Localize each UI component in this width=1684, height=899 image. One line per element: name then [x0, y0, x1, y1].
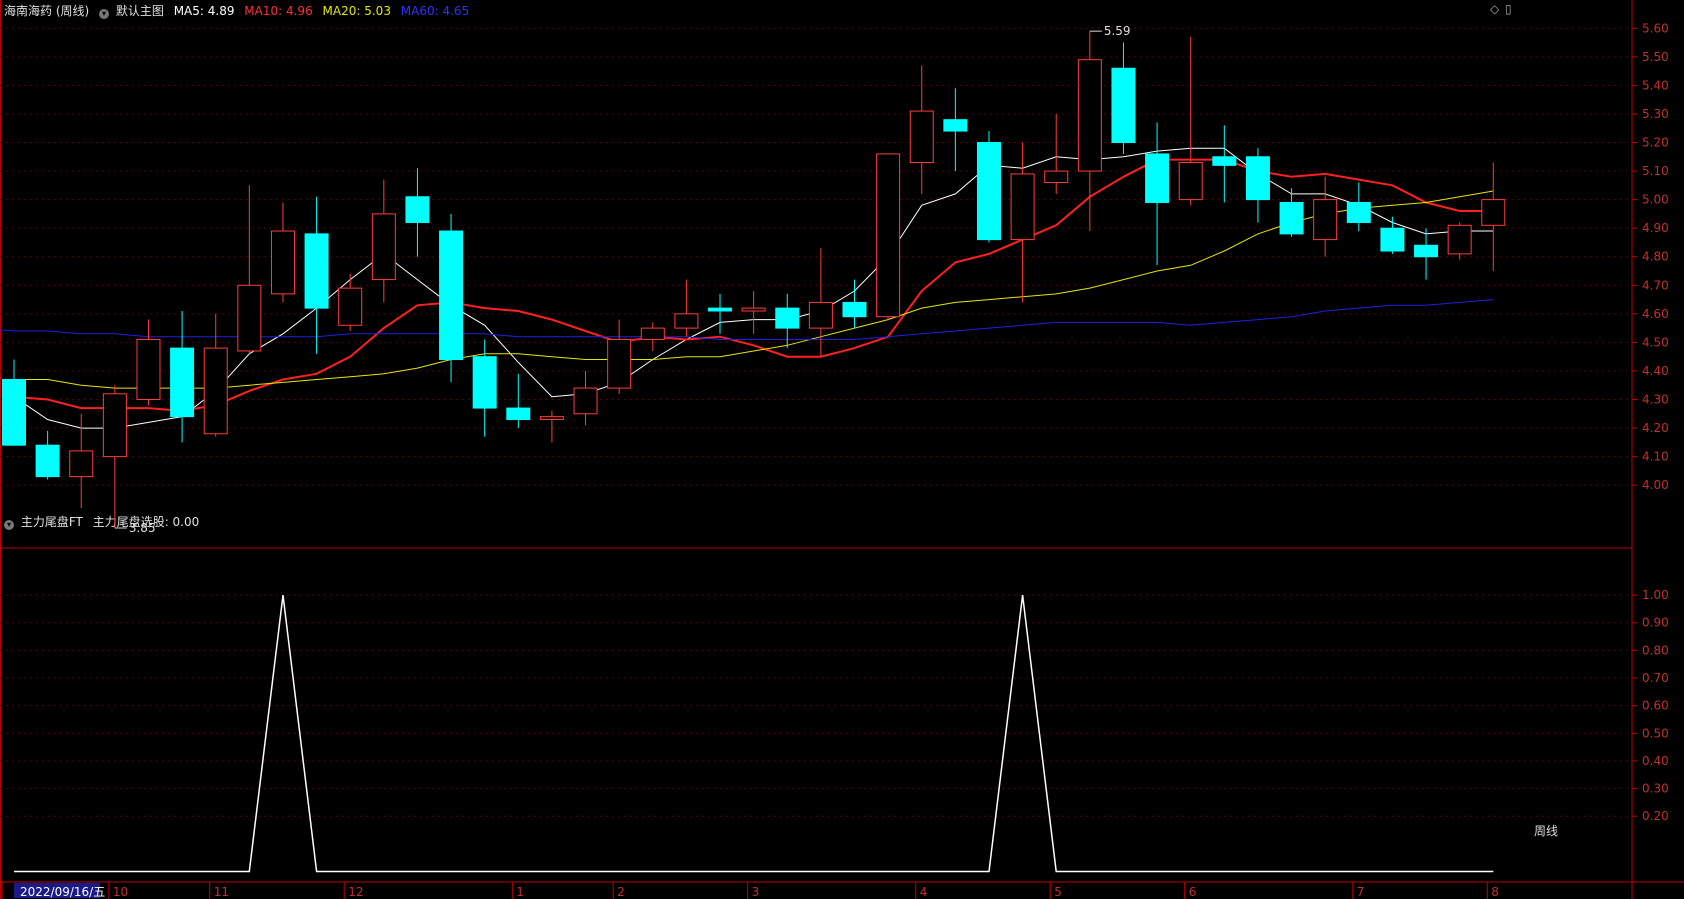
candle-down: [976, 142, 1001, 241]
candle-up: [203, 347, 228, 435]
candle-down: [1212, 156, 1237, 166]
date-label: 3: [752, 885, 760, 899]
candle-up: [69, 450, 94, 478]
price-tick-label: 4.70: [1642, 278, 1669, 292]
indicator-tick-label: 0.50: [1642, 726, 1669, 740]
candle-down: [439, 230, 464, 361]
price-tick-label: 5.20: [1642, 136, 1669, 150]
candle-up: [1447, 224, 1472, 255]
price-tick-label: 5.30: [1642, 107, 1669, 121]
indicator-tick-label: 0.20: [1642, 809, 1669, 823]
candle-up: [640, 327, 665, 341]
price-tick-label: 5.40: [1642, 78, 1669, 92]
candle-up: [1178, 161, 1203, 201]
candle-down: [1111, 67, 1136, 144]
candle-down: [1145, 153, 1170, 203]
date-label: 12: [348, 885, 363, 899]
date-label: 1: [516, 885, 524, 899]
extreme-price-label: 3.85: [129, 521, 156, 535]
candle-down: [943, 119, 968, 132]
candle-down: [2, 379, 26, 446]
candle-up: [1481, 199, 1506, 226]
candle-up: [741, 307, 766, 312]
candle-down: [775, 307, 800, 329]
candle-up: [539, 416, 564, 420]
date-label: 11: [214, 885, 229, 899]
candle-up: [237, 284, 262, 352]
candle-up: [1010, 173, 1035, 241]
price-tick-label: 4.90: [1642, 221, 1669, 235]
indicator-tick-label: 0.30: [1642, 782, 1669, 796]
kline-chart[interactable]: 5.60 5.50 5.40 5.30 5.20 5.10 5.00 4.90 4.80 4.70…: [0, 0, 1684, 899]
date-label: 6: [1189, 885, 1197, 899]
candle-down: [170, 347, 195, 418]
price-tick-label: 4.80: [1642, 250, 1669, 264]
price-tick-label: 4.10: [1642, 450, 1669, 464]
indicator-tick-label: 0.70: [1642, 671, 1669, 685]
price-tick-label: 5.60: [1642, 21, 1669, 35]
price-tick-label: 4.30: [1642, 393, 1669, 407]
candle-down: [1380, 227, 1405, 252]
candle-up: [808, 301, 833, 329]
candle-up: [607, 339, 632, 389]
candle-up: [270, 230, 295, 295]
price-tick-label: 4.00: [1642, 478, 1669, 492]
candle-up: [338, 287, 363, 326]
indicator-tick-label: 0.40: [1642, 754, 1669, 768]
price-tick-label: 5.10: [1642, 164, 1669, 178]
price-tick-label: 4.40: [1642, 364, 1669, 378]
candle-up: [909, 110, 934, 163]
candle-up: [1044, 170, 1069, 183]
candle-down: [708, 307, 733, 312]
price-tick-label: 4.60: [1642, 307, 1669, 321]
date-label: 8: [1491, 885, 1499, 899]
price-tick-label: 5.50: [1642, 50, 1669, 64]
candle-down: [506, 407, 531, 420]
candle-down: [405, 196, 430, 223]
indicator-tick-label: 1.00: [1642, 588, 1669, 602]
candle-up: [1313, 199, 1338, 241]
price-tick-label: 4.20: [1642, 421, 1669, 435]
date-label: 10: [113, 885, 128, 899]
candle-down: [842, 301, 867, 318]
candle-down: [35, 444, 60, 478]
price-tick-label: 4.50: [1642, 335, 1669, 349]
candle-up: [876, 153, 901, 318]
date-label: 2: [617, 885, 625, 899]
indicator-tick-label: 0.80: [1642, 643, 1669, 657]
date-label: 7: [1357, 885, 1365, 899]
date-label: 5: [1054, 885, 1062, 899]
indicator-tick-label: 0.90: [1642, 616, 1669, 630]
candle-up: [102, 393, 127, 458]
candle-down: [1245, 156, 1270, 201]
candle-up: [674, 313, 699, 329]
indicator-tick-label: 0.60: [1642, 699, 1669, 713]
candle-down: [1414, 244, 1439, 258]
candle-down: [472, 356, 497, 409]
candle-down: [304, 233, 329, 309]
extreme-price-label: 5.59: [1104, 24, 1131, 38]
date-label: 2022/09/16/五: [20, 885, 105, 899]
candle-up: [1077, 59, 1102, 172]
candle-up: [371, 213, 396, 281]
price-tick-label: 5.00: [1642, 193, 1669, 207]
candle-down: [1279, 201, 1304, 235]
date-label: 4: [920, 885, 928, 899]
ma-line-ma20: [14, 190, 1494, 389]
candle-down: [1346, 201, 1371, 223]
candle-up: [136, 339, 161, 401]
candle-up: [573, 387, 598, 415]
ma-line-ma60: [0, 299, 1494, 340]
